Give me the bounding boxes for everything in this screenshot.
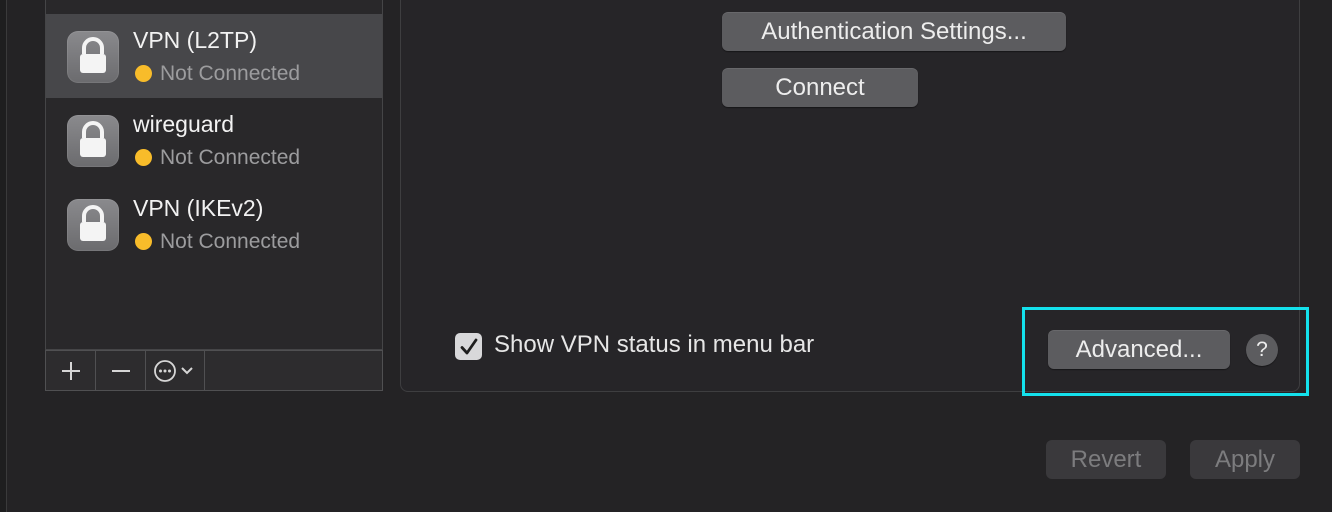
connect-button[interactable]: Connect [722,68,918,107]
show-vpn-status-label: Show VPN status in menu bar [494,331,815,358]
service-name: VPN (L2TP) [133,27,257,53]
action-menu-button[interactable] [146,351,205,390]
service-name: VPN (IKEv2) [133,195,264,221]
ellipsis-circle-icon [154,359,193,382]
status-dot-icon [135,65,152,82]
service-item-vpn-ikev2[interactable]: VPN (IKEv2) Not Connected [46,182,382,266]
service-status-text: Not Connected [160,62,301,85]
status-dot-icon [135,233,152,250]
revert-button[interactable]: Revert [1046,440,1166,479]
service-item-vpn-l2tp[interactable]: VPN (L2TP) Not Connected [46,14,382,98]
advanced-button[interactable]: Advanced... [1048,330,1230,369]
window-edge [0,0,7,512]
lock-icon [67,115,119,167]
lock-icon [67,31,119,83]
help-button[interactable]: ? [1246,334,1278,366]
lock-icon [67,199,119,251]
checkmark-icon [460,338,477,354]
plus-icon [61,361,80,380]
service-status: Not Connected [135,62,300,86]
service-name: wireguard [133,111,234,137]
service-list-toolbar [45,350,383,391]
service-item-wireguard[interactable]: wireguard Not Connected [46,98,382,182]
add-service-button[interactable] [46,351,96,390]
service-status-text: Not Connected [160,146,301,169]
remove-service-button[interactable] [96,351,146,390]
status-dot-icon [135,149,152,166]
service-status: Not Connected [135,146,300,170]
service-list[interactable]: VPN (L2TP) Not Connected wireguard Not C… [45,0,383,350]
show-vpn-status-checkbox[interactable] [455,333,482,360]
apply-button[interactable]: Apply [1190,440,1300,479]
minus-icon [111,369,130,372]
service-status: Not Connected [135,230,300,254]
service-status-text: Not Connected [160,230,301,253]
authentication-settings-button[interactable]: Authentication Settings... [722,12,1066,51]
